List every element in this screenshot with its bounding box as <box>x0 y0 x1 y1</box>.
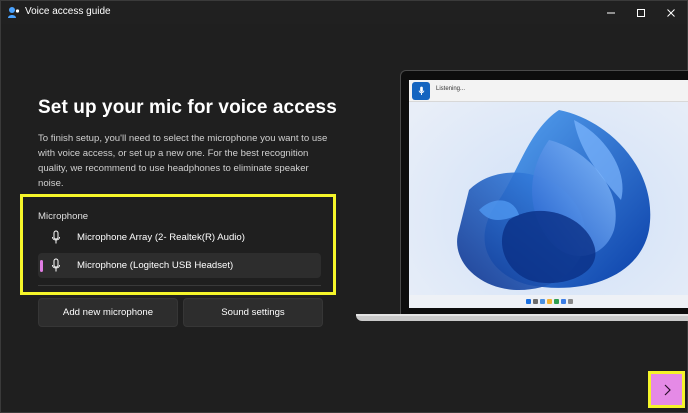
settings-icon <box>567 299 573 304</box>
microphone-option-logitech[interactable]: Microphone (Logitech USB Headset) <box>38 253 321 278</box>
voice-access-bar: Listening... <box>409 80 688 102</box>
folder-icon <box>546 299 552 304</box>
task-view-icon <box>539 299 545 304</box>
chevron-right-icon <box>664 384 671 395</box>
laptop-screen: Listening... <box>409 80 688 308</box>
close-button[interactable] <box>655 1 687 24</box>
microphone-option-label: Microphone Array (2- Realtek(R) Audio) <box>77 232 245 243</box>
edge-icon <box>553 299 559 304</box>
maximize-button[interactable] <box>625 1 657 24</box>
title-bar: Voice access guide <box>1 1 687 24</box>
minimize-icon <box>607 12 615 13</box>
laptop-base-edge <box>356 314 688 316</box>
store-icon <box>560 299 566 304</box>
next-button[interactable] <box>651 374 682 405</box>
setup-description: To finish setup, you'll need to select t… <box>38 133 328 189</box>
add-new-microphone-button[interactable]: Add new microphone <box>38 298 178 327</box>
list-divider <box>38 285 321 286</box>
selection-indicator <box>40 260 43 272</box>
sound-settings-button[interactable]: Sound settings <box>183 298 323 327</box>
windows-bloom-wallpaper <box>409 80 688 308</box>
page-title: Set up your mic for voice access <box>38 97 337 118</box>
microphone-icon <box>52 258 60 272</box>
maximize-icon <box>637 8 645 17</box>
minimize-button[interactable] <box>595 1 627 24</box>
search-icon <box>532 299 538 304</box>
voice-access-guide-window: Voice access guide Set up your mic for v… <box>0 0 688 413</box>
listening-microphone-icon <box>412 82 430 100</box>
app-icon <box>8 7 20 18</box>
microphone-label: Microphone <box>38 211 89 222</box>
close-icon <box>667 8 675 17</box>
preview-taskbar <box>409 295 688 308</box>
listening-status: Listening... <box>436 86 466 92</box>
window-title: Voice access guide <box>25 6 111 17</box>
microphone-option-realtek[interactable]: Microphone Array (2- Realtek(R) Audio) <box>38 225 321 250</box>
start-icon <box>525 299 531 304</box>
microphone-icon <box>52 230 60 244</box>
microphone-option-label: Microphone (Logitech USB Headset) <box>77 260 234 271</box>
